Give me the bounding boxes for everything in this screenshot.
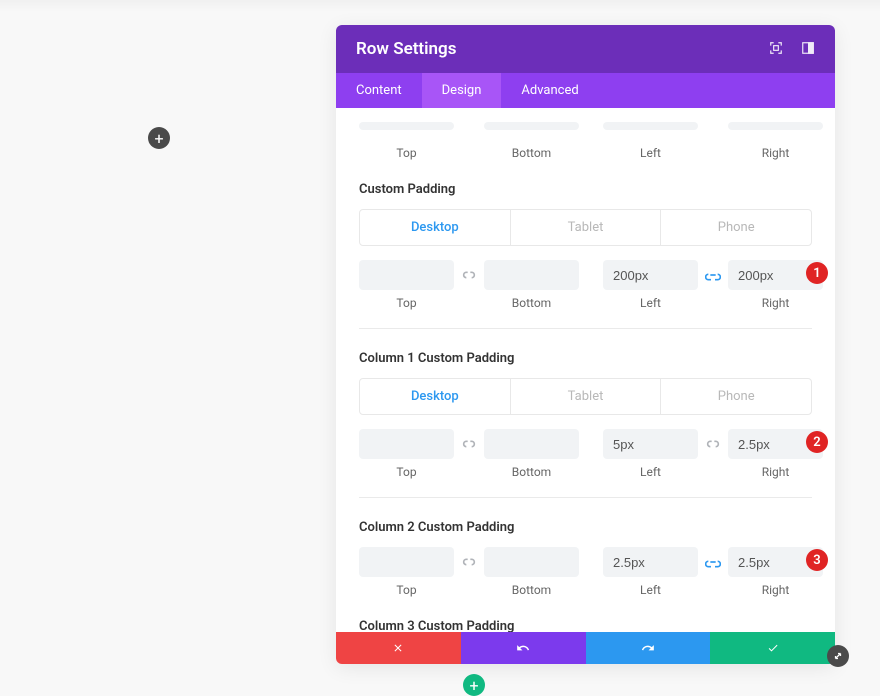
section-title: Custom Padding	[359, 182, 812, 197]
padding-top-input[interactable]	[359, 429, 454, 459]
link-icon[interactable]	[704, 556, 722, 568]
tab-advanced[interactable]: Advanced	[501, 73, 598, 108]
label-left: Left	[603, 296, 698, 310]
annotation-badge: 3	[806, 549, 828, 571]
annotation-badge: 2	[806, 431, 828, 453]
unlink-icon[interactable]	[704, 438, 722, 450]
tab-bar: Content Design Advanced	[336, 73, 835, 108]
label-right: Right	[728, 146, 823, 160]
label-top: Top	[359, 465, 454, 479]
margin-top-input[interactable]	[359, 122, 454, 130]
label-left: Left	[603, 465, 698, 479]
padding-top-input[interactable]	[359, 547, 454, 577]
padding-bottom-input[interactable]	[484, 429, 579, 459]
device-tab-desktop[interactable]: Desktop	[360, 379, 511, 414]
unlink-icon[interactable]	[460, 556, 478, 568]
padding-top-input[interactable]	[359, 260, 454, 290]
label-top: Top	[359, 296, 454, 310]
add-section-button[interactable]: +	[463, 674, 485, 696]
device-tab-phone[interactable]: Phone	[661, 379, 811, 414]
add-module-button[interactable]: +	[148, 127, 170, 149]
annotation-badge: 1	[806, 262, 828, 284]
padding-left-input[interactable]	[603, 429, 698, 459]
padding-left-input[interactable]	[603, 547, 698, 577]
margin-right-input[interactable]	[728, 122, 823, 130]
label-left: Left	[603, 146, 698, 160]
padding-bottom-input[interactable]	[484, 547, 579, 577]
row-settings-panel: Row Settings Content Design Advanced ⁔	[336, 25, 835, 664]
device-tab-tablet[interactable]: Tablet	[511, 210, 662, 245]
tab-design[interactable]: Design	[422, 73, 502, 108]
device-tabs: Desktop Tablet Phone	[359, 209, 812, 246]
label-right: Right	[728, 465, 823, 479]
label-left: Left	[603, 583, 698, 597]
panel-title: Row Settings	[356, 39, 456, 59]
label-bottom: Bottom	[484, 583, 579, 597]
cancel-button[interactable]	[336, 632, 461, 664]
device-tabs: Desktop Tablet Phone	[359, 378, 812, 415]
padding-bottom-input[interactable]	[484, 260, 579, 290]
resize-handle[interactable]	[827, 645, 849, 667]
panel-header: Row Settings	[336, 25, 835, 73]
label-bottom: Bottom	[484, 296, 579, 310]
redo-button[interactable]	[586, 632, 711, 664]
panel-footer	[336, 632, 835, 664]
section-title: Column 2 Custom Padding	[359, 520, 812, 535]
section-title: Column 1 Custom Padding	[359, 351, 812, 366]
unlink-icon[interactable]	[460, 438, 478, 450]
device-tab-phone[interactable]: Phone	[661, 210, 811, 245]
label-top: Top	[359, 146, 454, 160]
label-right: Right	[728, 583, 823, 597]
fullscreen-icon[interactable]	[769, 40, 783, 59]
unlink-icon[interactable]	[460, 269, 478, 281]
margin-bottom-input[interactable]	[484, 122, 579, 130]
section-column1-padding: Column 1 Custom Padding Desktop Tablet P…	[359, 351, 812, 498]
section-title: Column 3 Custom Padding	[359, 619, 812, 632]
tab-content[interactable]: Content	[336, 73, 422, 108]
save-button[interactable]	[710, 632, 835, 664]
panel-body: ⁔ ⁔ TopBottom LeftRight Custom Padding D…	[336, 108, 835, 632]
label-bottom: Bottom	[484, 465, 579, 479]
section-column2-padding: Column 2 Custom Padding 3 TopBottom	[359, 520, 812, 597]
section-custom-padding: Custom Padding Desktop Tablet Phone	[359, 182, 812, 329]
undo-button[interactable]	[461, 632, 586, 664]
label-right: Right	[728, 296, 823, 310]
device-tab-desktop[interactable]: Desktop	[360, 210, 511, 245]
snap-icon[interactable]	[801, 40, 815, 59]
device-tab-tablet[interactable]: Tablet	[511, 379, 662, 414]
label-top: Top	[359, 583, 454, 597]
padding-left-input[interactable]	[603, 260, 698, 290]
label-bottom: Bottom	[484, 146, 579, 160]
margin-left-input[interactable]	[603, 122, 698, 130]
section-column3-padding: Column 3 Custom Padding 4 TopBottom	[359, 619, 812, 632]
link-icon[interactable]	[704, 269, 722, 281]
